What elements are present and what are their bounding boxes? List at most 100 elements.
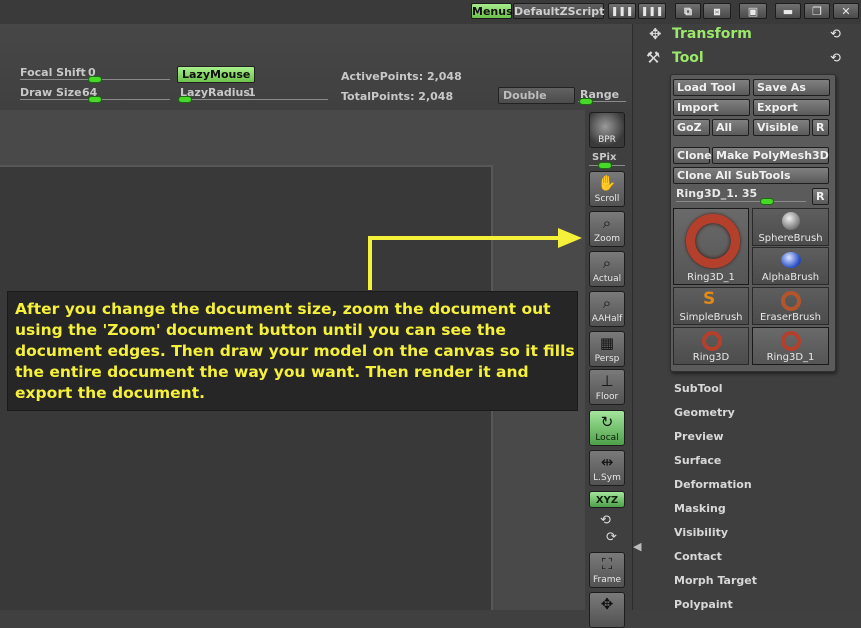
lazyradius-knob[interactable]: [178, 96, 192, 103]
close-icon[interactable]: ✕: [833, 3, 859, 19]
tool-thumb-ring3d-1-large[interactable]: Ring3D_1: [673, 208, 749, 285]
frame-button[interactable]: ⛶ Frame: [589, 552, 625, 588]
export-button[interactable]: Export: [753, 99, 830, 116]
top-menu-bar: Menus DefaultZScript ❚❚❚ ❚❚❚ ⧉ ⧈ ▣ ▬ ❐ ✕: [0, 0, 861, 25]
tool-thumb-simplebrush[interactable]: S SimpleBrush: [673, 287, 749, 325]
make-polymesh-button[interactable]: Make PolyMesh3D: [712, 147, 829, 164]
tool-refresh-icon[interactable]: ⟲: [830, 51, 841, 66]
spix-knob[interactable]: [598, 162, 612, 169]
section-morph-target[interactable]: Morph Target: [674, 574, 757, 587]
persp-button[interactable]: ▦ Persp: [589, 331, 625, 367]
lazymouse-button[interactable]: LazyMouse: [177, 66, 255, 83]
tutorial-callout-text: After you change the document size, zoom…: [15, 300, 575, 402]
section-polypaint[interactable]: Polypaint: [674, 598, 733, 611]
layout-alt-icon[interactable]: ⧈: [703, 3, 731, 19]
perspective-grid-icon: ▦: [599, 334, 615, 352]
visible-button[interactable]: Visible: [753, 119, 810, 136]
rotate-z-icon[interactable]: ⟳: [606, 530, 617, 545]
draw-size-label: Draw Size: [20, 86, 82, 99]
lazyradius-slider[interactable]: [180, 99, 328, 100]
all-button[interactable]: All: [712, 119, 749, 136]
thumb-label: Ring3D: [692, 352, 730, 363]
ring-small-icon: [702, 331, 722, 351]
r-button-tool[interactable]: R: [812, 188, 829, 205]
simplebrush-icon: S: [703, 289, 716, 309]
section-contact[interactable]: Contact: [674, 550, 722, 563]
actual-label: Actual: [592, 274, 622, 284]
transform-gizmo-icon: ✥: [649, 25, 662, 43]
move-button[interactable]: ✥: [589, 592, 625, 628]
save-as-button[interactable]: Save As: [753, 79, 830, 96]
zoom-label: Zoom: [594, 234, 620, 244]
magnifier-icon: ⌕: [602, 214, 612, 232]
transform-title[interactable]: Transform: [672, 26, 752, 42]
import-button[interactable]: Import: [673, 99, 750, 116]
alpha-blob-icon: [781, 252, 801, 268]
range-knob[interactable]: [579, 98, 593, 105]
thumb-label: AlphaBrush: [761, 272, 820, 283]
default-zscript-button[interactable]: DefaultZScript: [513, 3, 604, 19]
tool-thumb-ring3d[interactable]: Ring3D: [673, 327, 749, 365]
tool-hammer-icon: ⚒: [646, 48, 661, 67]
tool-thumb-alphabrush[interactable]: AlphaBrush: [752, 247, 829, 285]
clone-all-subtools-button[interactable]: Clone All SubTools: [673, 167, 829, 184]
magnifier-half-icon: ⌕: [602, 294, 612, 312]
lock-icon[interactable]: ▣: [739, 3, 767, 19]
section-deformation[interactable]: Deformation: [674, 478, 752, 491]
shelf-toggle-icon[interactable]: ❚❚❚: [608, 3, 636, 19]
section-masking[interactable]: Masking: [674, 502, 726, 515]
tray-toggle-icon[interactable]: ❚❚❚: [638, 3, 666, 19]
section-surface[interactable]: Surface: [674, 454, 721, 467]
tool-slider[interactable]: [676, 201, 806, 202]
r-button-goz[interactable]: R: [812, 119, 829, 136]
focal-shift-label: Focal Shift: [20, 66, 86, 79]
sphere-icon: [782, 212, 800, 230]
actual-button[interactable]: ⌕ Actual: [589, 251, 625, 287]
menus-button[interactable]: Menus: [471, 3, 513, 19]
tool-title[interactable]: Tool: [672, 50, 704, 66]
zoom-button[interactable]: ⌕ Zoom: [589, 211, 625, 247]
section-visibility[interactable]: Visibility: [674, 526, 728, 539]
frame-label: Frame: [592, 575, 622, 585]
tool-thumb-spherebrush[interactable]: SphereBrush: [752, 208, 829, 246]
active-points: ActivePoints: 2,048: [341, 70, 462, 83]
local-rotate-icon: ↻: [600, 413, 614, 431]
scroll-button[interactable]: ✋ Scroll: [589, 171, 625, 207]
tool-thumb-eraserbrush[interactable]: EraserBrush: [752, 287, 829, 325]
aahalf-button[interactable]: ⌕ AAHalf: [589, 291, 625, 327]
floor-button[interactable]: ⊥ Floor: [589, 369, 625, 405]
section-subtool[interactable]: SubTool: [674, 382, 723, 395]
tray-collapse-icon[interactable]: ◀: [633, 540, 641, 553]
transform-refresh-icon[interactable]: ⟲: [830, 27, 841, 42]
section-preview[interactable]: Preview: [674, 430, 724, 443]
minimize-icon[interactable]: ▬: [775, 3, 801, 19]
thumb-label: EraserBrush: [760, 312, 821, 323]
goz-button[interactable]: GoZ: [673, 119, 710, 136]
total-points: TotalPoints: 2,048: [341, 90, 454, 103]
move-icon: ✥: [600, 595, 614, 613]
tool-thumb-ring3d-1-small[interactable]: Ring3D_1: [752, 327, 829, 365]
local-button[interactable]: ↻ Local: [589, 410, 625, 446]
thumb-label: Ring3D_1: [687, 272, 735, 283]
restore-icon[interactable]: ❐: [804, 3, 830, 19]
section-geometry[interactable]: Geometry: [674, 406, 735, 419]
draw-size-knob[interactable]: [88, 96, 102, 103]
callout-arrow: [368, 228, 582, 290]
tool-slider-knob[interactable]: [760, 198, 774, 205]
frame-icon: ⛶: [601, 555, 613, 573]
xyz-button[interactable]: XYZ: [589, 491, 625, 508]
ring-icon: [686, 214, 740, 268]
eraser-ring-icon: [781, 291, 801, 311]
lsym-label: L.Sym: [593, 473, 621, 483]
magnifier-actual-icon: ⌕: [602, 254, 612, 272]
lsym-button[interactable]: ⇹ L.Sym: [589, 450, 625, 486]
double-button[interactable]: Double: [498, 87, 575, 104]
bpr-button[interactable]: BPR: [589, 112, 625, 148]
layout-icon[interactable]: ⧉: [675, 3, 701, 19]
rotate-y-icon[interactable]: ⟲: [600, 513, 611, 528]
load-tool-button[interactable]: Load Tool: [673, 79, 750, 96]
focal-shift-knob[interactable]: [88, 76, 102, 83]
floor-label: Floor: [595, 392, 619, 402]
ring-small-icon: [781, 331, 801, 351]
clone-button[interactable]: Clone: [673, 147, 712, 164]
